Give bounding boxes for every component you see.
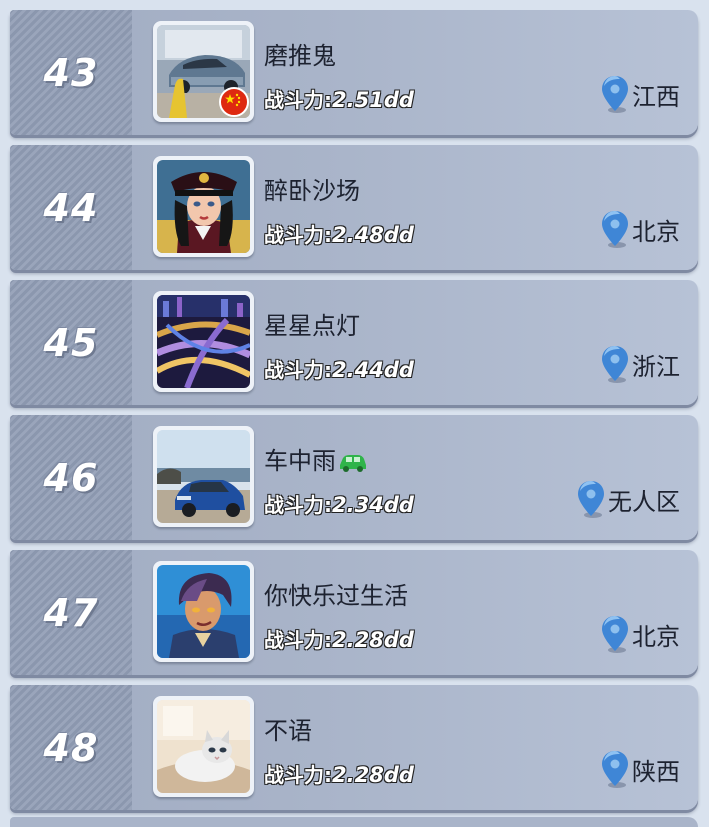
- rank-number: 48: [43, 725, 99, 770]
- location-text: 陕西: [632, 757, 680, 786]
- location: 浙江: [600, 344, 680, 384]
- rank-box: 48: [10, 685, 132, 810]
- combat-power: 战斗力:2.51dd: [264, 84, 414, 113]
- power-value: 2.28dd: [332, 628, 414, 652]
- power-label: 战斗力:: [264, 88, 332, 112]
- power-label: 战斗力:: [264, 358, 332, 382]
- next-row-partial: [10, 817, 698, 827]
- location: 北京: [600, 209, 680, 249]
- power-label: 战斗力:: [264, 628, 332, 652]
- power-label: 战斗力:: [264, 763, 332, 787]
- power-label: 战斗力:: [264, 493, 332, 517]
- leaderboard-row[interactable]: 45 星星点灯 战斗力:2.44dd 浙江: [10, 280, 698, 405]
- rank-number: 43: [43, 50, 99, 95]
- leaderboard-row[interactable]: 44 醉卧沙场 战斗力:2.48dd 北京: [10, 145, 698, 270]
- location: 北京: [600, 614, 680, 654]
- rank-number: 44: [43, 185, 99, 230]
- cat-avatar-image: [157, 700, 250, 793]
- location-pin-icon: [602, 211, 628, 248]
- location-pin-icon: [602, 76, 628, 113]
- cartoon-hero-avatar-image: [157, 565, 250, 658]
- combat-power: 战斗力:2.48dd: [264, 219, 414, 248]
- location-pin-icon: [578, 481, 604, 518]
- player-name: 你快乐过生活: [264, 582, 408, 610]
- power-label: 战斗力:: [264, 223, 332, 247]
- rank-box: 43: [10, 10, 132, 135]
- location-text: 无人区: [608, 487, 680, 516]
- blue-suv-avatar-image: [157, 430, 250, 523]
- location-pin-icon: [602, 346, 628, 383]
- combat-power: 战斗力:2.44dd: [264, 354, 414, 383]
- power-value: 2.48dd: [332, 223, 414, 247]
- player-name: 磨推鬼: [264, 42, 336, 70]
- player-name: 醉卧沙场: [264, 177, 360, 205]
- leaderboard-row[interactable]: 47 你快乐过生活 战斗力:2.28dd 北京: [10, 550, 698, 675]
- combat-power: 战斗力:2.28dd: [264, 624, 414, 653]
- location: 无人区: [576, 479, 680, 519]
- location: 陕西: [600, 749, 680, 789]
- player-name-text: 车中雨: [264, 447, 336, 475]
- location-text: 北京: [632, 622, 680, 651]
- power-value: 2.28dd: [332, 763, 414, 787]
- leaderboard-row[interactable]: 48 不语 战斗力:2.28dd 陕西: [10, 685, 698, 810]
- combat-power: 战斗力:2.34dd: [264, 489, 414, 518]
- rank-box: 44: [10, 145, 132, 270]
- avatar[interactable]: [153, 561, 254, 662]
- china-flag-icon: [219, 87, 249, 117]
- leaderboard-row[interactable]: 46 车中雨 战斗力:2.34dd 无人区: [10, 415, 698, 540]
- power-value: 2.51dd: [332, 88, 414, 112]
- leaderboard-list: 43 磨推鬼 战斗力:2.51dd 江西 44 醉卧沙场 战斗力:2.48dd …: [0, 0, 709, 827]
- rank-number: 46: [43, 455, 99, 500]
- avatar[interactable]: [153, 696, 254, 797]
- location: 江西: [600, 74, 680, 114]
- avatar[interactable]: [153, 426, 254, 527]
- green-car-icon: [340, 455, 366, 472]
- power-value: 2.34dd: [332, 493, 414, 517]
- rank-number: 47: [43, 590, 99, 635]
- rank-box: 46: [10, 415, 132, 540]
- location-pin-icon: [602, 751, 628, 788]
- leaderboard-row[interactable]: 43 磨推鬼 战斗力:2.51dd 江西: [10, 10, 698, 135]
- rank-box: 45: [10, 280, 132, 405]
- city-interchange-avatar-image: [157, 295, 250, 388]
- avatar[interactable]: [153, 156, 254, 257]
- player-name: 星星点灯: [264, 312, 360, 340]
- location-text: 浙江: [632, 352, 680, 381]
- location-pin-icon: [602, 616, 628, 653]
- rank-box: 47: [10, 550, 132, 675]
- location-text: 江西: [632, 82, 680, 111]
- combat-power: 战斗力:2.28dd: [264, 759, 414, 788]
- player-name: 车中雨: [264, 441, 368, 476]
- rank-number: 45: [43, 320, 99, 365]
- player-name: 不语: [264, 717, 312, 745]
- location-text: 北京: [632, 217, 680, 246]
- power-value: 2.44dd: [332, 358, 414, 382]
- officer-woman-avatar-image: [157, 160, 250, 253]
- avatar[interactable]: [153, 21, 254, 122]
- avatar[interactable]: [153, 291, 254, 392]
